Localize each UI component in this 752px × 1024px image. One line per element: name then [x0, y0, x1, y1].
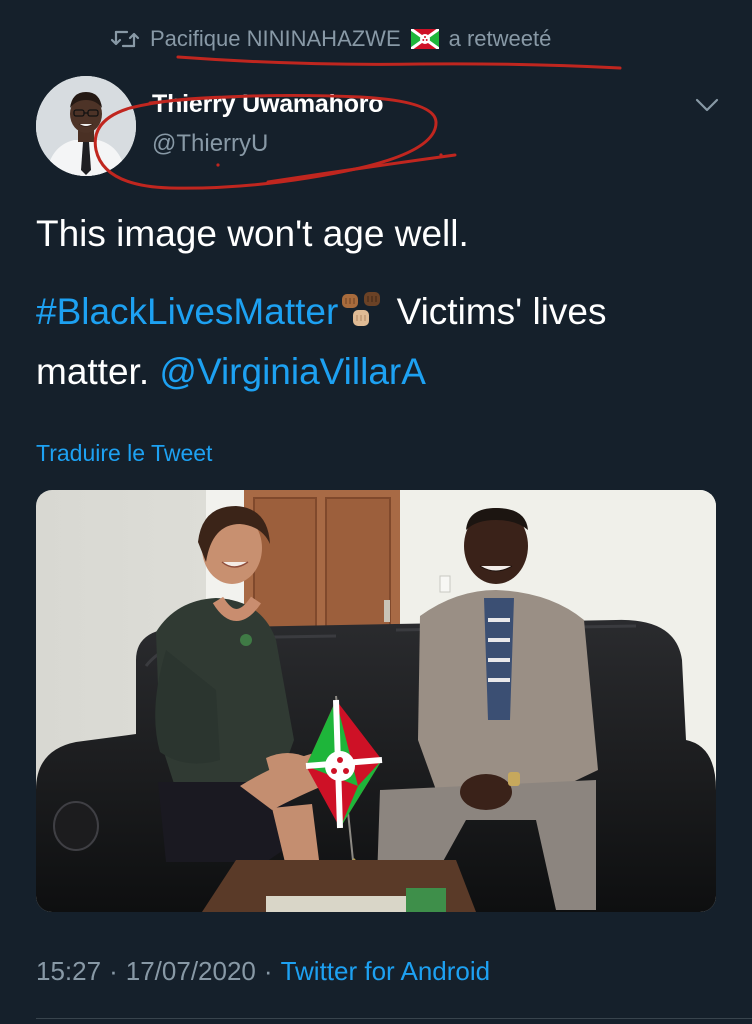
hashtag-link[interactable]: #BlackLivesMatter	[36, 291, 338, 332]
tweet-date: 17/07/2020	[125, 956, 256, 986]
tweet-time: 15:27	[36, 956, 102, 986]
raised-fists-icon	[342, 292, 381, 326]
tweet-text-line-1: This image won't age well.	[36, 213, 469, 254]
author-name[interactable]: Thierry Uwamahoro	[152, 90, 384, 119]
tweet-text-after-hashtag: Victims' lives	[386, 291, 607, 332]
retweet-context[interactable]: Pacifique NININAHAZWE a retweeté	[110, 22, 551, 56]
tweet-meta: 15:27 · 17/07/2020 · Twitter for Android	[36, 956, 490, 987]
author-avatar[interactable]	[36, 76, 136, 176]
tweet-text-body: #BlackLivesMatter Victims' lives matter. …	[36, 282, 716, 402]
retweet-icon	[110, 30, 140, 48]
tweet-photo[interactable]	[36, 490, 716, 912]
tweet-detail-view: Pacifique NININAHAZWE a retweeté Thierry…	[0, 0, 752, 1024]
retweet-action-label: a retweeté	[448, 26, 552, 51]
tweet-photo-image	[36, 490, 716, 912]
tweet-source-link[interactable]: Twitter for Android	[281, 956, 491, 987]
retweeter-name[interactable]: Pacifique NININAHAZWE	[150, 26, 401, 52]
mention-link[interactable]: @VirginiaVillarA	[159, 351, 426, 392]
meta-separator: ·	[263, 956, 273, 986]
divider	[36, 1018, 752, 1019]
author-handle[interactable]: @ThierryU	[152, 130, 268, 158]
translate-tweet-link[interactable]: Traduire le Tweet	[36, 440, 212, 467]
burundi-flag-icon	[410, 29, 439, 49]
chevron-down-icon[interactable]	[694, 96, 720, 114]
meta-separator: ·	[109, 956, 118, 986]
tweet-text-matter: matter.	[36, 351, 160, 392]
avatar-photo	[36, 76, 136, 176]
